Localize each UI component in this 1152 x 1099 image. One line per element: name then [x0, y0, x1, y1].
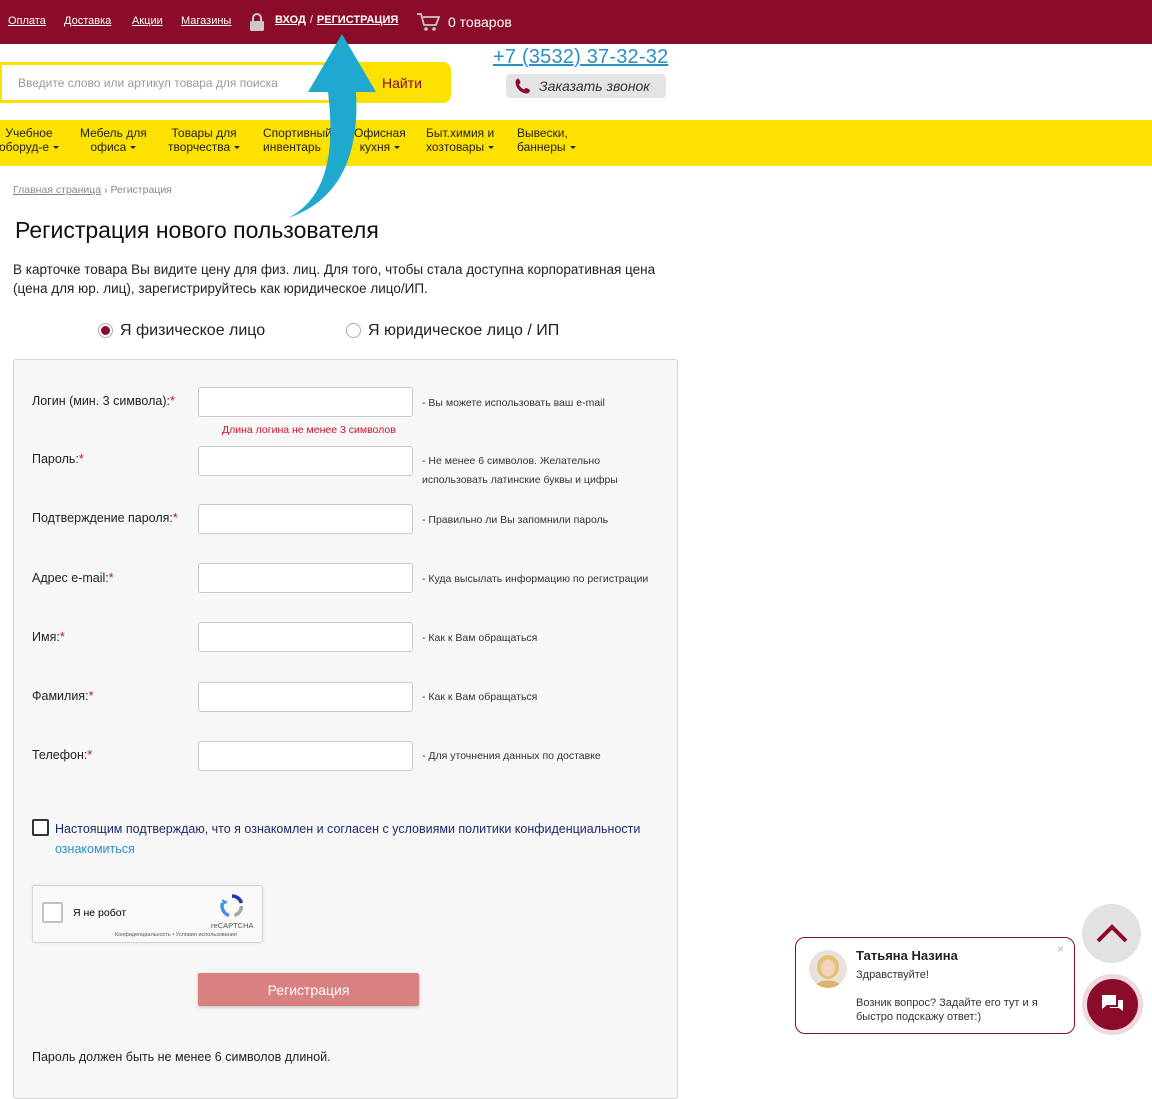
consent-text: Настоящим подтверждаю, что я ознакомлен …: [55, 822, 641, 836]
password-input[interactable]: [198, 446, 413, 476]
password-note: Пароль должен быть не менее 6 символов д…: [32, 1050, 331, 1064]
last-name-label: Фамилия:*: [32, 689, 94, 703]
link-delivery[interactable]: Доставка: [64, 15, 111, 27]
password-hint: - Не менее 6 символов. Желательно исполь…: [422, 455, 618, 486]
callback-button[interactable]: Заказать звонок: [506, 74, 666, 98]
radio-company[interactable]: Я юридическое лицо / ИП: [346, 322, 559, 340]
auth-links: ВХОД / РЕГИСТРАЦИЯ: [275, 14, 398, 26]
recaptcha-links[interactable]: Конфиденциальность • Условия использован…: [115, 932, 237, 938]
first-name-hint: - Как к Вам обращаться: [422, 632, 538, 644]
last-name-hint: - Как к Вам обращаться: [422, 691, 538, 703]
radio-individual-label: Я физическое лицо: [120, 322, 266, 339]
top-bar: Оплата Доставка Акции Магазины ВХОД / РЕГИ…: [0, 0, 1152, 44]
email-label: Адрес e-mail:*: [32, 571, 114, 585]
phone-label: Телефон:*: [32, 748, 93, 762]
radio-indicator: [346, 323, 361, 338]
avatar: [809, 950, 847, 988]
login-link[interactable]: ВХОД: [275, 14, 306, 26]
first-name-input[interactable]: [198, 622, 413, 652]
recaptcha-brand: reCAPTCHA: [211, 921, 254, 930]
radio-selected-indicator: [98, 323, 113, 338]
search-bar: Найти: [0, 62, 451, 103]
link-stores[interactable]: Магазины: [181, 15, 231, 27]
login-label: Логин (мин. 3 символа):*: [32, 394, 175, 408]
email-hint: - Куда высылать информацию по регистраци…: [422, 573, 649, 585]
password-confirm-hint: - Правильно ли Вы запомнили пароль: [422, 514, 609, 526]
chevron-down-icon: [130, 146, 137, 150]
chat-greeting: Здравствуйте!: [856, 969, 929, 981]
last-name-input[interactable]: [198, 682, 413, 712]
chat-message: Возник вопрос? Задайте его тут и я быстр…: [856, 997, 1038, 1023]
recaptcha-label: Я не робот: [73, 907, 127, 919]
auth-separator: /: [309, 14, 313, 26]
cart-count[interactable]: 0 товаров: [448, 14, 512, 30]
phone-hint: - Для уточнения данных по доставке: [422, 750, 601, 762]
breadcrumb-current: Регистрация: [110, 184, 172, 196]
chevron-up-icon: [1096, 924, 1128, 943]
recaptcha-checkbox[interactable]: [42, 902, 63, 923]
cart-icon[interactable]: [416, 12, 440, 32]
radio-individual[interactable]: Я физическое лицо: [98, 322, 265, 340]
annotation-arrow-icon: [288, 34, 376, 218]
link-promotions[interactable]: Акции: [132, 15, 163, 27]
chat-open-button[interactable]: [1082, 974, 1143, 1035]
email-input[interactable]: [198, 563, 413, 593]
recaptcha-widget: Я не робот reCAPTCHA Конфиденциальность …: [32, 885, 263, 943]
recaptcha-logo-icon: [220, 894, 244, 918]
category-menu: Учебное оборуд-е Мебель для офиса Товары д…: [0, 120, 1152, 166]
lock-icon: [250, 13, 264, 31]
chevron-down-icon: [234, 146, 241, 150]
chat-agent-name: Татьяна Назина: [856, 948, 958, 963]
login-error: Длина логина не менее 3 символов: [222, 424, 396, 436]
consent-checkbox[interactable]: [32, 819, 49, 836]
login-hint: - Вы можете использовать ваш e-mail: [422, 397, 605, 409]
phone-input[interactable]: [198, 741, 413, 771]
breadcrumb-home[interactable]: Главная страница: [13, 184, 101, 196]
callback-label: Заказать звонок: [539, 78, 650, 94]
menu-item-signs[interactable]: Вывески, баннеры: [517, 126, 576, 154]
menu-item-education[interactable]: Учебное оборуд-е: [0, 126, 60, 154]
breadcrumb-separator: ›: [104, 184, 108, 196]
password-confirm-input[interactable]: [198, 504, 413, 534]
login-input[interactable]: [198, 387, 413, 417]
first-name-label: Имя:*: [32, 630, 65, 644]
privacy-policy-link[interactable]: ознакомиться: [55, 839, 135, 859]
register-submit-button[interactable]: Регистрация: [198, 973, 419, 1006]
chevron-down-icon: [569, 146, 576, 150]
radio-company-label: Я юридическое лицо / ИП: [368, 322, 560, 339]
chat-popup[interactable]: Татьяна Назина Здравствуйте! Возник вопр…: [795, 937, 1075, 1034]
phone-number[interactable]: +7 (3532) 37-32-32: [493, 46, 668, 69]
chevron-down-icon: [394, 146, 401, 150]
password-confirm-label: Подтверждение пароля:*: [32, 511, 178, 525]
phone-icon: [515, 78, 530, 94]
chevron-down-icon: [488, 146, 495, 150]
menu-item-office-furniture[interactable]: Мебель для офиса: [80, 126, 147, 154]
link-payment[interactable]: Оплата: [8, 15, 46, 27]
menu-item-creativity[interactable]: Товары для творчества: [168, 126, 241, 154]
register-link[interactable]: РЕГИСТРАЦИЯ: [317, 14, 398, 26]
scroll-to-top-button[interactable]: [1082, 904, 1141, 963]
chevron-down-icon: [53, 146, 60, 150]
chat-bubble-icon: [1102, 995, 1123, 1011]
password-label: Пароль:*: [32, 452, 84, 466]
breadcrumb: Главная страница › Регистрация: [13, 184, 172, 196]
menu-item-household[interactable]: Быт.химия и хозтовары: [426, 126, 494, 154]
close-icon[interactable]: ×: [1057, 942, 1064, 956]
intro-text: В карточке товара Вы видите цену для физ…: [13, 262, 656, 296]
